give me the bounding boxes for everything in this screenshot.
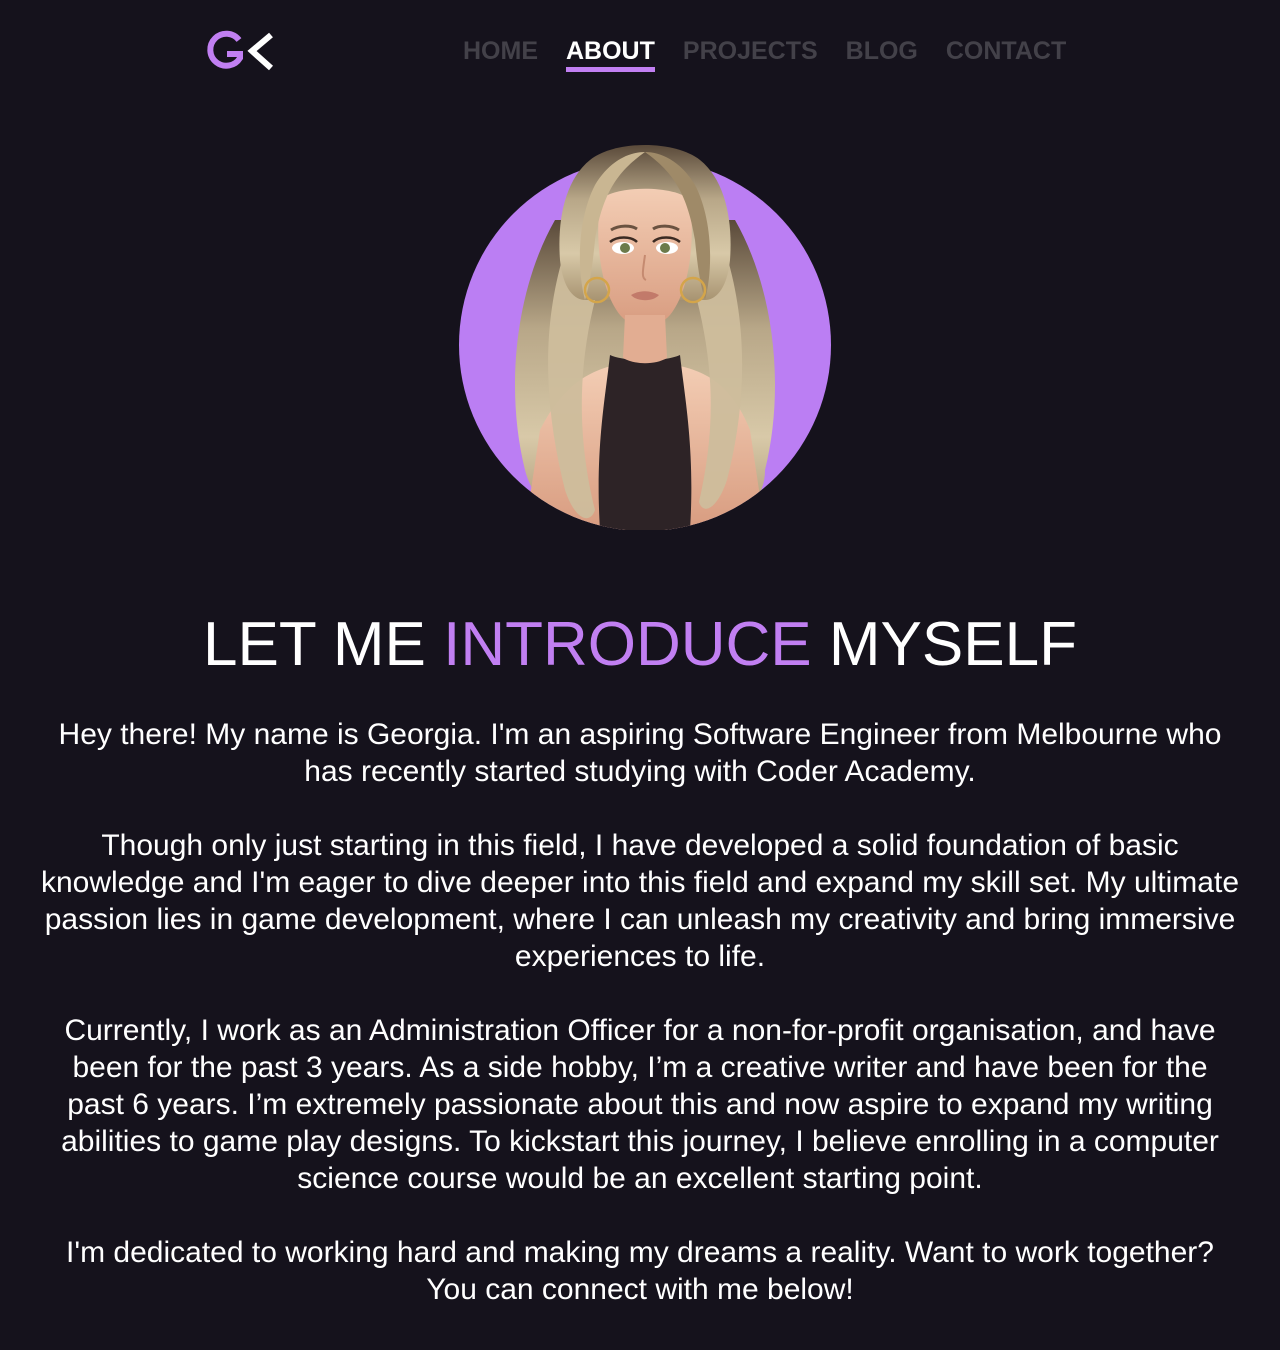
heading-part-1: LET ME (203, 610, 444, 679)
profile-avatar-illustration-icon (459, 145, 831, 530)
intro-section: Hey there! My name is Georgia. I'm an as… (40, 716, 1240, 1345)
nav-contact-link[interactable]: CONTACT (946, 35, 1066, 69)
intro-paragraph-2: Though only just starting in this field,… (40, 829, 1240, 973)
nav-blog-link[interactable]: BLOG (846, 35, 918, 69)
heading-part-3: MYSELF (811, 610, 1077, 679)
nav-home-link[interactable]: HOME (463, 35, 538, 69)
intro-paragraph-4: I'm dedicated to working hard and making… (66, 1236, 1214, 1306)
intro-heading: LET ME INTRODUCE MYSELF (0, 610, 1280, 680)
main-nav: HOME ABOUT PROJECTS BLOG CONTACT (463, 35, 1066, 72)
site-header: HOME ABOUT PROJECTS BLOG CONTACT (0, 0, 1280, 104)
nav-about-link[interactable]: ABOUT (566, 35, 655, 72)
profile-avatar (445, 130, 845, 530)
about-page: HOME ABOUT PROJECTS BLOG CONTACT LET ME … (0, 0, 1280, 1350)
heading-accent-word: INTRODUCE (443, 610, 812, 679)
gk-logo-icon[interactable] (203, 30, 277, 74)
intro-paragraph-1: Hey there! My name is Georgia. I'm an as… (58, 718, 1222, 788)
nav-projects-link[interactable]: PROJECTS (683, 35, 818, 69)
intro-paragraph-3: Currently, I work as an Administration O… (61, 1014, 1219, 1195)
